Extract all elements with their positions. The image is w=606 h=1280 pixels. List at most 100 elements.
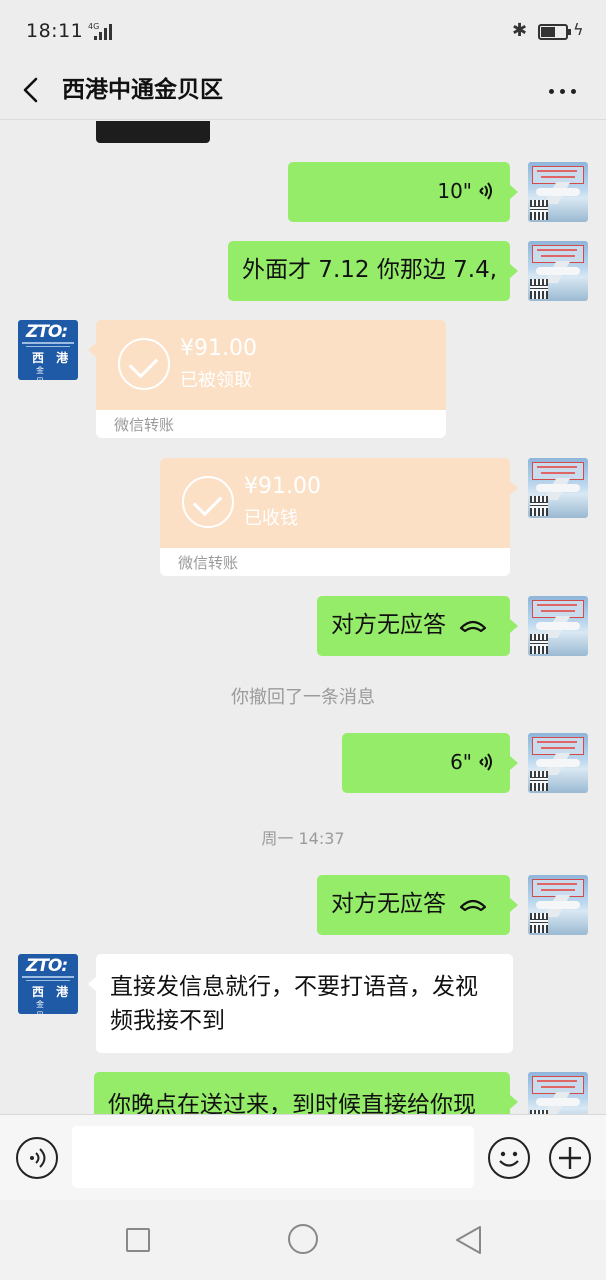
more-actions-button[interactable] [549, 1137, 591, 1179]
back-button[interactable] [20, 70, 42, 110]
airplane-icon [536, 759, 580, 767]
transfer-status: 已被领取 [180, 370, 252, 391]
chat-title: 西港中通金贝区 [62, 77, 223, 103]
bubble-tail [510, 264, 518, 278]
recall-notice: 你撤回了一条消息 [231, 687, 375, 708]
charging-icon: ϟ [573, 20, 584, 39]
check-circle-icon [118, 338, 170, 390]
message-list[interactable]: 10" 外面才 7.12 你那边 7.4, ZTO: 西 港 金 贝 ¥91.0… [0, 121, 606, 1114]
avatar-subtext: 金 贝 [36, 1000, 54, 1014]
plus-icon [559, 1147, 581, 1169]
airplane-icon [536, 267, 580, 275]
avatar[interactable] [528, 1072, 588, 1114]
battery-icon [538, 24, 568, 40]
bubble-tail [88, 343, 96, 357]
transfer-amount: ¥91.00 [180, 336, 257, 361]
call-content: 对方无应答 [331, 889, 496, 919]
timestamp: 周一 14:37 [261, 829, 345, 848]
transfer-card-received[interactable]: ¥91.00 已被领取 微信转账 [96, 320, 446, 438]
image-message[interactable] [96, 121, 210, 143]
system-navigation [0, 1200, 606, 1280]
input-bar [0, 1114, 606, 1200]
airplane-icon [536, 484, 580, 492]
emoji-button[interactable] [488, 1137, 530, 1179]
status-time: 18:11 [26, 20, 84, 42]
logo-line [26, 980, 70, 981]
bubble-tail [510, 185, 518, 199]
voice-content: 6" [360, 747, 492, 777]
transfer-label: 微信转账 [178, 554, 239, 572]
avatar[interactable] [528, 733, 588, 793]
voice-message[interactable]: 10" [288, 162, 510, 222]
airplane-icon [536, 622, 580, 630]
avatar-text: 西 港 [32, 351, 73, 365]
qr-code-icon [530, 913, 548, 933]
avatar-subtext: 金 贝 [36, 366, 54, 380]
contact-avatar[interactable]: ZTO: 西 港 金 贝 [18, 320, 78, 380]
qr-code-icon [530, 771, 548, 791]
voice-message[interactable]: 6" [342, 733, 510, 793]
airplane-icon [536, 901, 580, 909]
recent-apps-button[interactable] [126, 1228, 150, 1252]
bubble-tail [510, 1095, 518, 1109]
status-bar: 18:11 4G ✱ ϟ [0, 0, 606, 62]
bubble-tail [510, 756, 518, 770]
voice-toggle-button[interactable] [16, 1137, 58, 1179]
call-message[interactable]: 对方无应答 [317, 875, 510, 935]
bubble-tail [510, 481, 518, 495]
voice-wave-icon [479, 182, 492, 200]
voice-toggle-icon [30, 1148, 46, 1168]
more-dot [560, 89, 565, 94]
more-button[interactable] [546, 70, 580, 110]
avatar[interactable] [528, 596, 588, 656]
transfer-label: 微信转账 [114, 416, 175, 434]
airplane-icon [536, 1098, 580, 1106]
avatar[interactable] [528, 458, 588, 518]
phone-hangup-icon [459, 899, 487, 912]
transfer-status: 已收钱 [244, 508, 298, 529]
avatar[interactable] [528, 875, 588, 935]
voice-duration: 10" [437, 179, 472, 203]
avatar[interactable] [528, 162, 588, 222]
qr-code-icon [530, 634, 548, 654]
transfer-footer: 微信转账 [160, 548, 510, 576]
call-status-text: 对方无应答 [331, 891, 446, 917]
text-message[interactable]: 外面才 7.12 你那边 7.4, [228, 241, 510, 301]
qr-code-icon [530, 200, 548, 220]
transfer-card-sent[interactable]: ¥91.00 已收钱 微信转账 [160, 458, 510, 576]
signal-icon [94, 24, 112, 40]
check-circle-icon [182, 476, 234, 528]
transfer-amount: ¥91.00 [244, 474, 321, 499]
battery-tip [568, 29, 571, 35]
avatar[interactable] [528, 241, 588, 301]
chevron-left-icon [23, 77, 38, 103]
logo-line [22, 976, 74, 978]
bubble-tail [510, 619, 518, 633]
airplane-icon [536, 188, 580, 196]
qr-code-icon [530, 496, 548, 516]
zto-logo: ZTO: [26, 322, 68, 342]
logo-line [26, 346, 70, 347]
call-message[interactable]: 对方无应答 [317, 596, 510, 656]
emoji-icon [499, 1151, 519, 1167]
text-message[interactable]: 直接发信息就行，不要打语音，发视频我接不到 [96, 954, 513, 1053]
chat-header: 西港中通金贝区 [0, 62, 606, 120]
avatar-text: 西 港 [32, 985, 73, 999]
phone-hangup-icon [459, 620, 487, 633]
transfer-footer: 微信转账 [96, 410, 446, 438]
bluetooth-icon: ✱ [512, 20, 528, 41]
text-message[interactable]: 你晚点在送过来，到时候直接给你现 [94, 1072, 510, 1114]
zto-logo: ZTO: [26, 956, 68, 976]
back-triangle-icon[interactable] [454, 1224, 484, 1256]
voice-content: 10" [306, 176, 492, 206]
more-dots-icon [549, 89, 554, 94]
qr-code-icon [530, 279, 548, 299]
voice-duration: 6" [450, 750, 472, 774]
voice-wave-icon [479, 753, 492, 771]
home-button[interactable] [288, 1224, 318, 1254]
message-input[interactable] [72, 1126, 474, 1188]
more-dot [571, 89, 576, 94]
contact-avatar[interactable]: ZTO: 西 港 金 贝 [18, 954, 78, 1014]
call-content: 对方无应答 [331, 610, 496, 640]
bubble-tail [88, 977, 96, 991]
